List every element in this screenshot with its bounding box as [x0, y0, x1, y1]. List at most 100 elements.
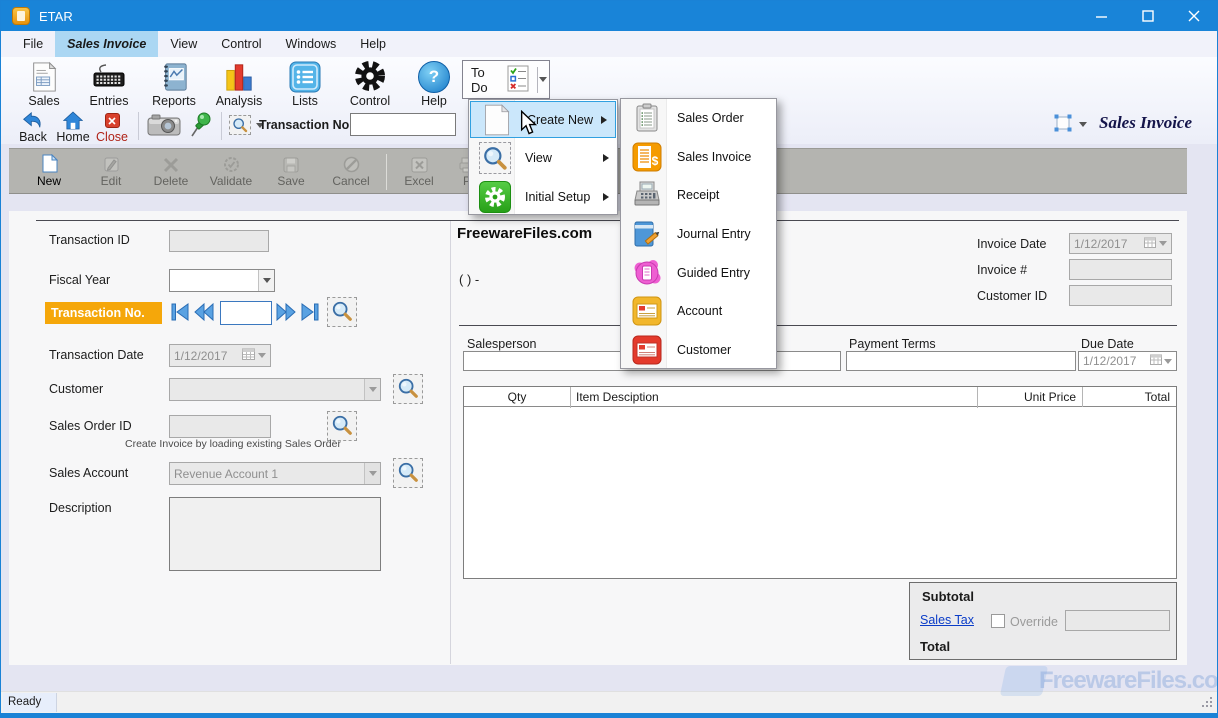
close-button[interactable]	[1171, 1, 1217, 31]
ribbon-help-button[interactable]: ? Help	[405, 59, 463, 107]
transaction-no-input[interactable]	[220, 301, 272, 325]
validate-badge-icon	[202, 152, 260, 173]
menu-view[interactable]: View	[158, 31, 209, 57]
sales-account-label: Sales Account	[49, 466, 128, 480]
sales-tax-link[interactable]: Sales Tax	[920, 613, 974, 627]
description-label: Description	[49, 501, 112, 515]
pin-button[interactable]	[189, 111, 213, 141]
submenu-item-sales-order[interactable]: Sales Order	[621, 99, 776, 138]
submenu-item-sales-invoice[interactable]: $ Sales Invoice	[621, 138, 776, 177]
submenu-item-journal-entry[interactable]: Journal Entry	[621, 215, 776, 254]
magnifier-icon	[331, 414, 353, 439]
calendar-icon	[1144, 237, 1156, 251]
magnifier-icon	[397, 377, 419, 402]
column-header-qty: Qty	[464, 387, 570, 407]
column-header-item-description: Item Desciption	[571, 387, 977, 407]
totals-box: Subtotal Sales Tax Override Total	[909, 582, 1177, 660]
transaction-no-toolbar-input[interactable]	[350, 113, 456, 136]
invoice-date-picker: 1/12/2017	[1069, 233, 1172, 254]
app-window: ETAR File Sales Invoice View Control Win…	[0, 0, 1218, 718]
chevron-down-icon	[369, 387, 377, 392]
override-label: Override	[1010, 615, 1058, 629]
close-box-icon	[93, 111, 131, 130]
ribbon-reports-button[interactable]: Reports	[145, 59, 203, 107]
menu-item-view[interactable]: View	[469, 139, 617, 178]
ribbon-entries-button[interactable]: Entries	[80, 59, 138, 107]
todo-button[interactable]: To Do	[462, 60, 550, 99]
receipt-cash-register-icon	[627, 180, 667, 210]
sales-invoice-icon: $	[627, 142, 667, 172]
transaction-id-label: Transaction ID	[49, 233, 130, 247]
back-button[interactable]: Back	[15, 111, 51, 144]
resize-grip[interactable]	[1201, 696, 1213, 711]
save-button: Save	[262, 152, 320, 192]
todo-dropdown-arrow[interactable]	[538, 77, 549, 82]
customer-search-button[interactable]	[393, 374, 423, 404]
sales-order-search-button[interactable]	[327, 411, 357, 441]
ribbon-control-button[interactable]: Control	[341, 59, 399, 107]
menu-windows[interactable]: Windows	[274, 31, 349, 57]
report-notebook-icon	[145, 59, 203, 93]
help-icon: ?	[405, 59, 463, 93]
menu-help[interactable]: Help	[348, 31, 398, 57]
last-record-button[interactable]	[299, 302, 321, 325]
home-button[interactable]: Home	[53, 111, 93, 144]
record-selector-dropdown[interactable]	[1053, 113, 1087, 136]
selection-square-icon	[1053, 113, 1073, 136]
transaction-no-label: Transaction No.	[45, 302, 162, 324]
transaction-date-picker: 1/12/2017	[169, 344, 271, 367]
submenu-item-account[interactable]: Account	[621, 292, 776, 331]
transaction-no-toolbar-label: Transaction No.	[259, 118, 353, 132]
fiscal-year-label: Fiscal Year	[49, 273, 110, 287]
menu-item-create-new[interactable]: Create New	[470, 101, 616, 138]
ribbon-sales-button[interactable]: Sales	[15, 59, 73, 107]
window-bottom-edge	[1, 713, 1217, 718]
invoice-date-label: Invoice Date	[977, 237, 1046, 251]
delete-button: Delete	[142, 152, 200, 192]
edit-pencil-icon	[82, 152, 140, 173]
panel-watermark-text: FreewareFiles.com	[457, 225, 592, 242]
invoice-number-label: Invoice #	[977, 263, 1027, 277]
cancel-button: Cancel	[322, 152, 380, 192]
menu-sales-invoice[interactable]: Sales Invoice	[55, 31, 158, 57]
chevron-down-icon	[369, 471, 377, 476]
statusbar: Ready	[1, 691, 1217, 713]
chevron-down-icon[interactable]	[258, 270, 274, 291]
close-form-button[interactable]: Close	[93, 111, 131, 144]
invoice-number-field	[1069, 259, 1172, 280]
new-button[interactable]: New	[20, 152, 78, 192]
submenu-item-receipt[interactable]: Receipt	[621, 176, 776, 215]
snapshot-camera-button[interactable]	[147, 113, 181, 140]
menu-item-initial-setup[interactable]: Initial Setup	[469, 178, 617, 217]
column-header-unit-price: Unit Price	[978, 387, 1082, 407]
first-record-button[interactable]	[169, 302, 191, 325]
submenu-arrow-icon	[601, 116, 607, 124]
sales-account-search-button[interactable]	[393, 458, 423, 488]
ribbon-analysis-button[interactable]: Analysis	[210, 59, 268, 107]
ribbon-lists-button[interactable]: Lists	[276, 59, 334, 107]
pushpin-icon	[189, 127, 213, 141]
previous-record-button[interactable]	[193, 302, 215, 325]
submenu-item-customer[interactable]: Customer	[621, 331, 776, 370]
submenu-item-guided-entry[interactable]: Guided Entry	[621, 253, 776, 292]
chevron-down-icon	[1159, 241, 1167, 246]
transaction-id-field	[169, 230, 269, 252]
gear-icon	[341, 59, 399, 93]
journal-entry-icon	[627, 219, 667, 249]
menu-control[interactable]: Control	[209, 31, 273, 57]
transaction-search-button[interactable]	[327, 297, 357, 327]
sales-account-combo: Revenue Account 1	[169, 462, 381, 485]
account-icon	[627, 296, 667, 326]
minimize-button[interactable]	[1079, 1, 1125, 31]
menubar: File Sales Invoice View Control Windows …	[1, 31, 1217, 57]
next-record-button[interactable]	[275, 302, 297, 325]
record-navigator	[169, 301, 323, 325]
calendar-icon	[1150, 354, 1162, 368]
table-body[interactable]	[464, 408, 1176, 578]
maximize-button[interactable]	[1125, 1, 1171, 31]
sales-order-id-label: Sales Order ID	[49, 419, 132, 433]
fiscal-year-combo[interactable]	[169, 269, 275, 292]
payment-terms-field	[846, 351, 1076, 371]
override-checkbox[interactable]	[991, 614, 1005, 628]
menu-file[interactable]: File	[11, 31, 55, 57]
